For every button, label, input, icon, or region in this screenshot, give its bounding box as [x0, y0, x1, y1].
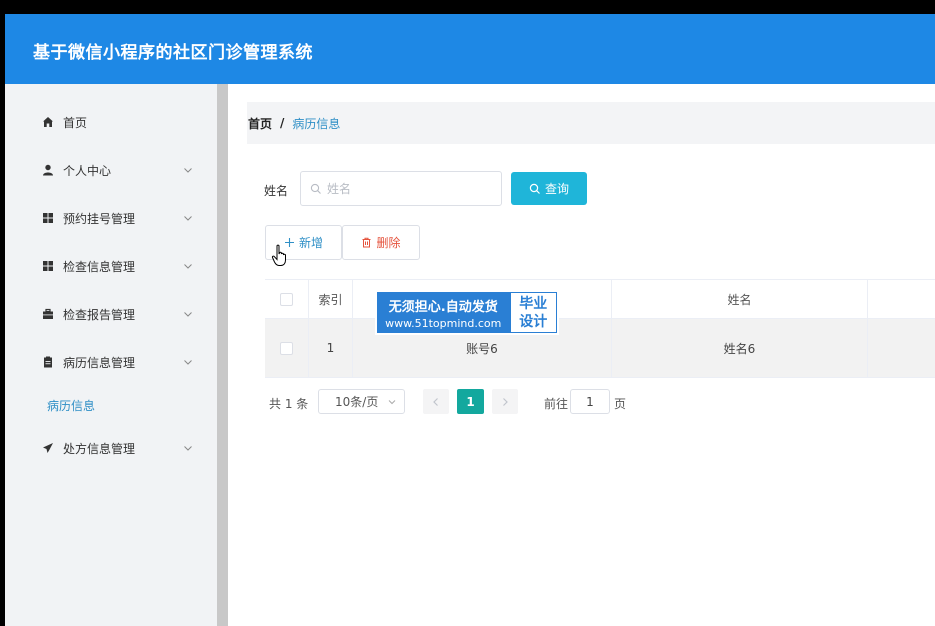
sidebar-item-label: 检查报告管理: [63, 307, 136, 322]
select-all-checkbox[interactable]: [280, 292, 293, 306]
row-checkbox[interactable]: [280, 341, 293, 355]
header-checkbox-cell: [265, 280, 309, 318]
row-checkbox-cell: [265, 319, 309, 377]
cell-extra: [868, 319, 935, 377]
sidebar-item-home[interactable]: 首页: [5, 98, 217, 146]
add-button-label: 新增: [298, 236, 323, 250]
chevron-down-icon: [184, 446, 192, 451]
goto-page-input[interactable]: 1: [570, 389, 610, 414]
search-input[interactable]: [327, 181, 487, 196]
grid-icon: [42, 212, 54, 224]
watermark-overlay: 无须担心.自动发货 www.51topmind.com 毕业 设计: [375, 290, 559, 335]
watermark-side2: 设计: [519, 313, 548, 330]
sidebar-item-label: 处方信息管理: [63, 441, 136, 456]
watermark-line2: www.51topmind.com: [385, 316, 502, 330]
page-number-current[interactable]: 1: [457, 389, 484, 414]
page-size-value: 10条/页: [335, 395, 379, 409]
chevron-down-icon: [184, 360, 192, 365]
top-black-bar: [0, 0, 935, 14]
user-icon: [42, 164, 54, 176]
hand-cursor-icon: [271, 244, 286, 266]
chevron-left-icon: [433, 397, 438, 406]
sidebar-item-personal-center[interactable]: 个人中心: [5, 146, 217, 194]
column-header-name: 姓名: [612, 280, 868, 318]
sidebar-item-label: 个人中心: [63, 163, 112, 178]
sidebar-item-label: 检查信息管理: [63, 259, 136, 274]
search-name-label: 姓名: [264, 184, 289, 198]
search-name-field[interactable]: [300, 171, 502, 206]
sidebar-item-medical-record[interactable]: 病历信息管理: [5, 338, 217, 386]
column-header-extra: [868, 280, 935, 318]
records-table: 索引 账号 姓名 1 账号6 姓名6: [265, 279, 935, 378]
watermark-side1: 毕业: [519, 295, 548, 312]
app-frame: 基于微信小程序的社区门诊管理系统 首页 个人中心 预约挂号管理 检查信息管理 检…: [5, 14, 935, 626]
watermark-text: 无须担心.自动发货 www.51topmind.com: [377, 292, 510, 333]
sidebar-subitem-medical-record-info[interactable]: 病历信息: [47, 397, 95, 414]
main-content: 首页 / 病历信息 姓名 查询 新增 删除 索引 账: [228, 84, 935, 626]
page-suffix-label: 页: [614, 397, 627, 411]
cell-index: 1: [309, 319, 353, 377]
app-title: 基于微信小程序的社区门诊管理系统: [33, 43, 313, 63]
grid-icon: [42, 260, 54, 272]
chevron-down-icon: [184, 168, 192, 173]
table-row[interactable]: 1 账号6 姓名6: [265, 319, 935, 378]
chevron-down-icon: [184, 312, 192, 317]
chevron-down-icon: [184, 216, 192, 221]
breadcrumb: 首页 / 病历信息: [247, 102, 935, 144]
home-icon: [42, 116, 54, 128]
query-button[interactable]: 查询: [511, 172, 587, 205]
pagination: 共 1 条 10条/页 1 前往 1 页: [265, 389, 925, 415]
search-icon: [529, 183, 540, 194]
prev-page-button[interactable]: [423, 389, 449, 414]
delete-button[interactable]: 删除: [342, 225, 420, 260]
pagination-total: 共 1 条: [269, 397, 309, 411]
search-icon: [310, 183, 321, 194]
watermark-badge: 毕业 设计: [510, 293, 556, 332]
breadcrumb-home[interactable]: 首页: [248, 115, 272, 132]
page-size-select[interactable]: 10条/页: [318, 389, 405, 414]
sidebar-item-prescription[interactable]: 处方信息管理: [5, 424, 217, 472]
goto-label: 前往: [544, 397, 569, 411]
send-icon: [42, 442, 54, 454]
delete-button-label: 删除: [376, 236, 401, 250]
column-header-index: 索引: [309, 280, 353, 318]
chevron-down-icon: [184, 264, 192, 269]
watermark-line1: 无须担心.自动发货: [388, 299, 498, 315]
chevron-right-icon: [503, 397, 508, 406]
briefcase-icon: [42, 308, 54, 320]
clipboard-icon: [42, 356, 54, 368]
sidebar: 首页 个人中心 预约挂号管理 检查信息管理 检查报告管理 病历信息管理 病历信息…: [5, 84, 217, 626]
sidebar-item-label: 预约挂号管理: [63, 211, 136, 226]
cell-name: 姓名6: [612, 319, 868, 377]
trash-icon: [362, 237, 371, 248]
sidebar-item-report[interactable]: 检查报告管理: [5, 290, 217, 338]
next-page-button[interactable]: [492, 389, 518, 414]
table-header: 索引 账号 姓名: [265, 280, 935, 319]
breadcrumb-separator: /: [280, 116, 285, 130]
sidebar-item-appointment[interactable]: 预约挂号管理: [5, 194, 217, 242]
app-header: 基于微信小程序的社区门诊管理系统: [5, 14, 935, 84]
sidebar-item-label: 病历信息管理: [63, 355, 136, 370]
sidebar-scrollbar[interactable]: [217, 84, 228, 626]
sidebar-item-label: 首页: [63, 115, 88, 130]
chevron-down-icon: [388, 400, 396, 405]
breadcrumb-current: 病历信息: [292, 116, 341, 131]
sidebar-item-examination[interactable]: 检查信息管理: [5, 242, 217, 290]
query-button-label: 查询: [544, 182, 569, 196]
